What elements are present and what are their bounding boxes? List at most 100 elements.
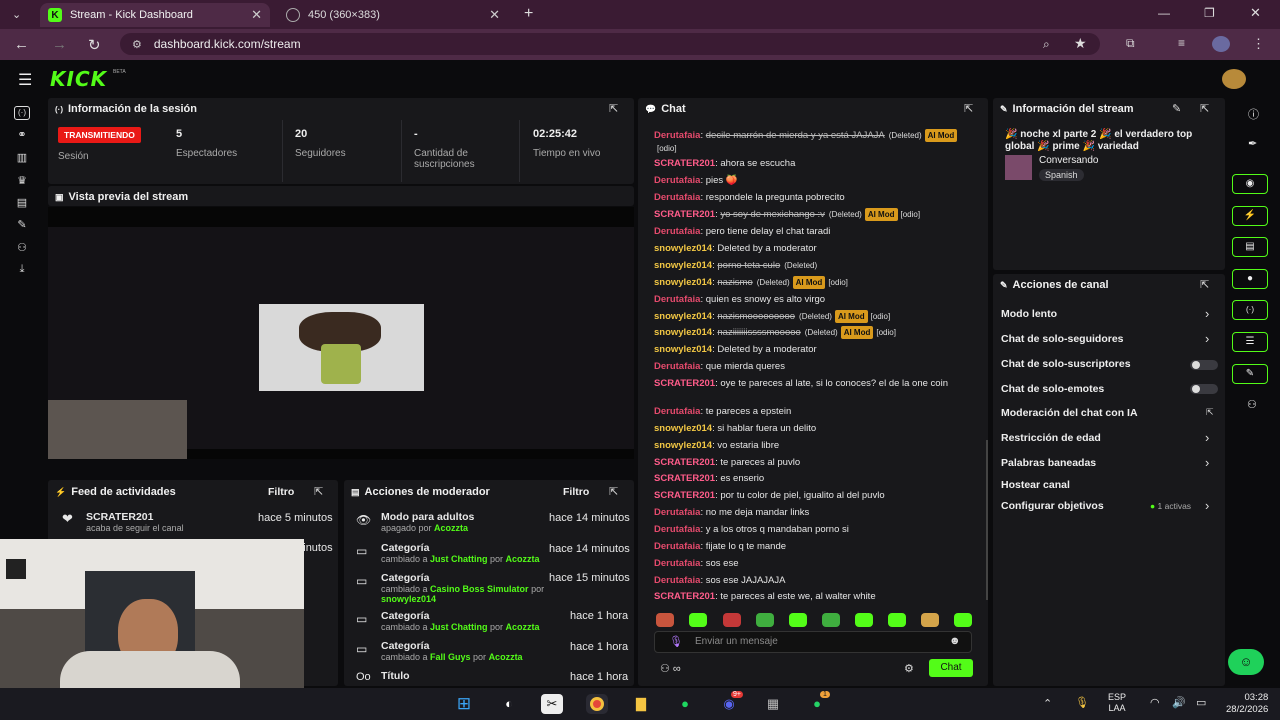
chat-username[interactable]: snowylez014 (654, 327, 712, 338)
clock[interactable]: 03:28 28/2/2026 (1226, 692, 1268, 716)
popout-icon[interactable]: ⇱ (314, 485, 323, 498)
chat-username[interactable]: snowylez014 (654, 243, 712, 254)
reload-button[interactable]: ↻ (88, 36, 101, 54)
analytics-nav-icon[interactable]: ▥ (14, 151, 30, 165)
tools-nav-icon[interactable]: ✎ (14, 218, 30, 232)
user-avatar[interactable] (1222, 69, 1246, 89)
trophy-nav-icon[interactable]: ♛ (14, 174, 30, 188)
chat-username[interactable]: Derutafaia (654, 406, 700, 417)
subscribers-only-toggle[interactable] (1190, 360, 1218, 370)
activity-filter-button[interactable]: Filtro (268, 486, 294, 498)
emoji-picker-icon[interactable]: ☻ (949, 635, 961, 647)
capcut-icon[interactable]: ✂ (541, 694, 563, 714)
emote-icon[interactable] (689, 613, 707, 627)
emote-icon[interactable] (855, 613, 873, 627)
microphone-icon[interactable]: 🎙 (669, 635, 683, 648)
hamburger-menu-icon[interactable]: ☰ (18, 70, 32, 90)
chevron-right-icon[interactable]: › (1205, 498, 1209, 513)
host-channel-action[interactable]: Hostear canal (1001, 479, 1070, 491)
tab-image[interactable]: 450 (360×383) ✕ (278, 3, 508, 27)
clips-nav-icon[interactable]: ▤ (14, 196, 30, 210)
wifi-icon[interactable]: ◠ (1150, 696, 1160, 709)
chat-username[interactable]: snowylez014 (654, 344, 712, 355)
stream-preview-video[interactable] (48, 207, 634, 459)
emote-icon[interactable] (888, 613, 906, 627)
site-info-icon[interactable]: ⚙ (132, 38, 142, 51)
chat-username[interactable]: Derutafaia (654, 541, 700, 552)
emote-icon[interactable] (789, 613, 807, 627)
rail-tools-button[interactable]: ✎ (1232, 364, 1268, 384)
rail-notes-button[interactable]: ▤ (1232, 237, 1268, 257)
chat-username[interactable]: snowylez014 (654, 440, 712, 451)
popout-icon[interactable]: ⇱ (1200, 278, 1209, 291)
chat-username[interactable]: snowylez014 (654, 277, 712, 288)
minimize-button[interactable]: — (1158, 6, 1170, 20)
maximize-button[interactable]: ❐ (1204, 6, 1215, 20)
external-link-icon[interactable]: ⇱ (1206, 407, 1214, 418)
url-bar[interactable]: ⚙ dashboard.kick.com/stream (120, 33, 1100, 55)
popout-icon[interactable]: ⇱ (964, 102, 973, 115)
age-restriction-action[interactable]: Restricción de edad (1001, 432, 1101, 444)
chat-settings-icon[interactable]: ⚙ (904, 662, 914, 675)
community-nav-icon[interactable]: ⚇ (14, 241, 30, 255)
kick-logo[interactable]: KICK (50, 67, 107, 91)
chat-username[interactable]: SCRATER201 (654, 158, 715, 169)
emote-icon[interactable] (954, 613, 972, 627)
back-button[interactable]: ← (14, 36, 29, 53)
chevron-right-icon[interactable]: › (1205, 331, 1209, 346)
popout-icon[interactable]: ⇱ (609, 485, 618, 498)
chat-username[interactable]: SCRATER201 (654, 209, 715, 220)
chat-username[interactable]: SCRATER201 (654, 490, 715, 501)
ai-moderation-action[interactable]: Moderación del chat con IA (1001, 407, 1138, 419)
emotes-only-toggle[interactable] (1190, 384, 1218, 394)
chat-username[interactable]: Derutafaia (654, 524, 700, 535)
rail-camera-button[interactable]: ◉ (1232, 174, 1268, 194)
send-chat-button[interactable]: Chat (929, 659, 973, 677)
chat-username[interactable]: snowylez014 (654, 260, 712, 271)
rail-layers-button[interactable]: ☰ (1232, 332, 1268, 352)
chat-username[interactable]: SCRATER201 (654, 457, 715, 468)
close-tab-icon[interactable]: ✕ (251, 7, 262, 23)
followers-only-action[interactable]: Chat de solo-seguidores (1001, 333, 1124, 345)
slow-mode-action[interactable]: Modo lento (1001, 308, 1057, 320)
profile-avatar[interactable] (1212, 36, 1230, 52)
edit-pencil-icon[interactable]: ✎ (1172, 102, 1181, 115)
language-indicator[interactable]: ESP LAA (1108, 692, 1126, 714)
bookmark-star-icon[interactable]: ★ (1074, 35, 1087, 52)
new-tab-button[interactable]: + (524, 5, 533, 23)
close-tab-icon[interactable]: ✕ (489, 7, 500, 23)
chat-username[interactable]: snowylez014 (654, 311, 712, 322)
file-explorer-icon[interactable]: ▇ (630, 694, 652, 714)
community-icon[interactable]: ⚇ (1247, 398, 1257, 411)
emote-icon[interactable] (656, 613, 674, 627)
pen-icon[interactable]: ✒ (1248, 137, 1257, 150)
rail-broadcast-button[interactable]: (·) (1232, 300, 1268, 320)
chat-username[interactable]: Derutafaia (654, 507, 700, 518)
chat-username[interactable]: Derutafaia (654, 226, 700, 237)
help-chat-button[interactable]: ☺ (1228, 649, 1264, 675)
chat-users-icon[interactable]: ⚇ ∞ (660, 662, 681, 675)
chat-username[interactable]: Derutafaia (654, 192, 700, 203)
app-icon[interactable]: ▦ (762, 694, 784, 714)
chat-username[interactable]: Derutafaia (654, 575, 700, 586)
emote-icon[interactable] (723, 613, 741, 627)
close-window-button[interactable]: ✕ (1250, 5, 1261, 21)
chrome-icon[interactable] (586, 694, 608, 714)
chat-username[interactable]: Derutafaia (654, 130, 700, 141)
tray-chevron-icon[interactable]: ⌃ (1043, 697, 1052, 710)
forward-button[interactable]: → (52, 36, 67, 53)
chat-username[interactable]: Derutafaia (654, 294, 700, 305)
media-controls-icon[interactable]: ≡ (1178, 36, 1185, 50)
chat-username[interactable]: SCRATER201 (654, 378, 715, 389)
tab-search-icon[interactable]: ⌄ (12, 8, 21, 21)
mod-filter-button[interactable]: Filtro (563, 486, 589, 498)
info-icon[interactable]: ⓘ (1248, 106, 1259, 122)
browser-menu-icon[interactable]: ⋮ (1252, 36, 1265, 52)
windows-start-icon[interactable]: ⊞ (453, 694, 475, 714)
battery-icon[interactable]: ▭ (1196, 696, 1206, 709)
emote-icon[interactable] (756, 613, 774, 627)
banned-words-action[interactable]: Palabras baneadas (1001, 457, 1096, 469)
goals-action[interactable]: Configurar objetivos (1001, 500, 1104, 512)
emote-icon[interactable] (921, 613, 939, 627)
stream-nav-icon[interactable]: (·) (14, 106, 30, 120)
